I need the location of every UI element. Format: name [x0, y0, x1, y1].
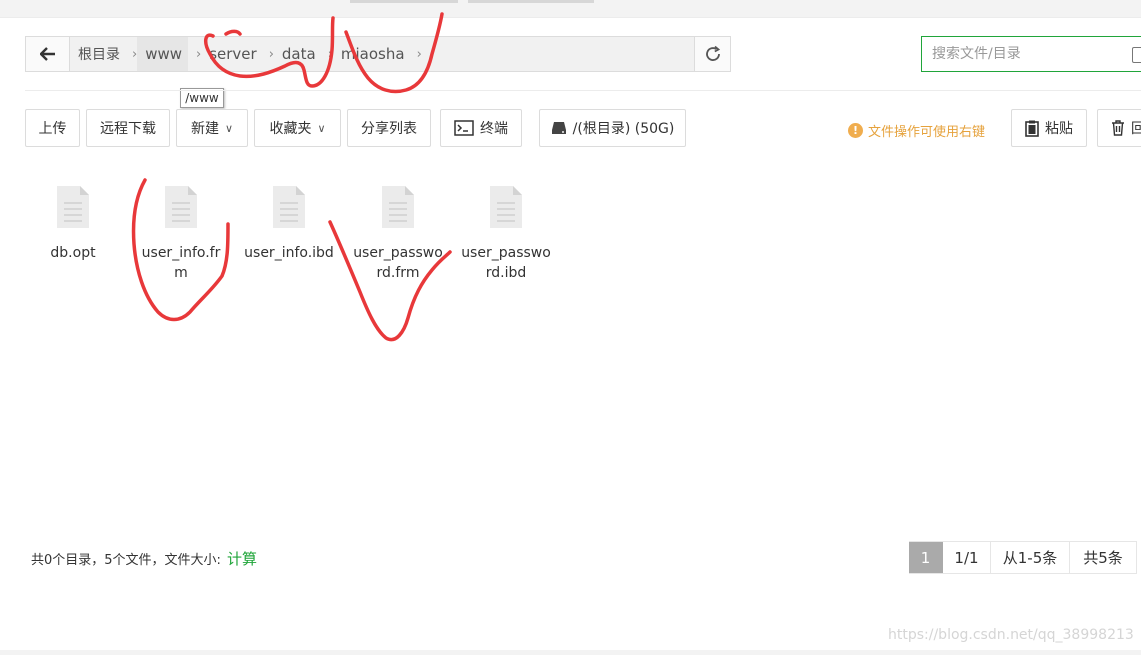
back-button[interactable] — [26, 37, 70, 71]
disk-label: /(根目录) (50G) — [572, 121, 675, 137]
favorites-dropdown-button[interactable]: 收藏夹 ∨ — [254, 109, 341, 147]
path-bar: 根目录 › www › server › data › miaosha › — [25, 36, 731, 72]
file-icon — [57, 186, 89, 228]
recycle-bin-button[interactable]: 回 — [1097, 109, 1141, 147]
upload-label: 上传 — [38, 121, 67, 137]
page-current[interactable]: 1 — [909, 542, 943, 573]
file-name: user_password.ibd — [461, 245, 551, 281]
bottom-border — [0, 650, 1141, 655]
chevron-right-icon: › — [416, 46, 422, 62]
file-item[interactable]: user_info.frm — [135, 185, 227, 283]
top-strip — [0, 0, 1141, 18]
file-item[interactable]: db.opt — [27, 185, 119, 263]
file-icon — [165, 186, 197, 228]
terminal-icon — [454, 120, 474, 136]
page-range: 从1-5条 — [991, 542, 1070, 573]
refresh-icon — [705, 45, 720, 61]
file-item[interactable]: user_password.ibd — [460, 185, 552, 283]
search-input[interactable] — [932, 46, 1132, 62]
file-icon — [490, 186, 522, 228]
hint-text: 文件操作可使用右键 — [868, 125, 986, 140]
breadcrumb-server[interactable]: › server › — [188, 37, 274, 71]
file-name: user_password.frm — [353, 245, 443, 281]
calculate-size-link[interactable]: 计算 — [227, 548, 257, 569]
pagination: 1 1/1 从1-5条 共5条 — [909, 541, 1137, 574]
chevron-right-icon: › — [196, 46, 202, 62]
favorites-label: 收藏夹 — [269, 121, 312, 137]
recycle-label: 回 — [1131, 121, 1141, 137]
paste-label: 粘贴 — [1045, 121, 1073, 137]
chevron-down-icon: ∨ — [317, 121, 326, 135]
hard-drive-icon — [551, 122, 566, 134]
divider — [25, 90, 1141, 91]
search-box — [921, 36, 1141, 72]
file-item[interactable]: user_password.frm — [352, 185, 444, 283]
share-list-label: 分享列表 — [361, 121, 417, 137]
share-list-button[interactable]: 分享列表 — [347, 109, 431, 147]
tab-fragment[interactable] — [468, 0, 594, 3]
page-indicator: 1/1 — [943, 542, 991, 573]
arrow-left-icon — [39, 47, 55, 61]
file-name: user_info.frm — [141, 245, 221, 281]
file-item[interactable]: user_info.ibd — [243, 185, 335, 263]
tab-fragment[interactable] — [350, 0, 458, 3]
terminal-label: 终端 — [480, 121, 508, 137]
directory-summary: 共0个目录，5个文件，文件大小: 计算 — [31, 548, 257, 569]
breadcrumb-root[interactable]: 根目录 › — [70, 37, 137, 71]
breadcrumb: 根目录 › www › server › data › miaosha › — [70, 37, 694, 71]
info-icon: ! — [848, 123, 863, 138]
upload-button[interactable]: 上传 — [25, 109, 80, 147]
breadcrumb-label: www — [145, 45, 183, 63]
remote-download-label: 远程下载 — [100, 121, 156, 137]
breadcrumb-label: 根目录 — [78, 47, 120, 63]
disk-button[interactable]: /(根目录) (50G) — [539, 109, 686, 147]
breadcrumb-label: miaosha — [340, 45, 405, 63]
breadcrumb-www[interactable]: www — [137, 37, 189, 71]
terminal-button[interactable]: 终端 — [440, 109, 522, 147]
refresh-button[interactable] — [694, 37, 730, 71]
trash-icon — [1112, 120, 1124, 136]
file-icon — [382, 186, 414, 228]
breadcrumb-label: data — [281, 45, 316, 63]
context-menu-hint: ! 文件操作可使用右键 — [848, 121, 985, 140]
file-icon — [273, 186, 305, 228]
new-dropdown-button[interactable]: 新建 ∨ — [176, 109, 248, 147]
path-tooltip: /www — [180, 88, 224, 108]
file-name: user_info.ibd — [244, 245, 334, 261]
summary-text: 共0个目录，5个文件，文件大小: — [31, 553, 221, 568]
watermark: https://blog.csdn.net/qq_38998213 — [888, 627, 1134, 643]
page-total: 共5条 — [1070, 542, 1137, 573]
search-option-checkbox[interactable] — [1132, 47, 1141, 63]
breadcrumb-miaosha[interactable]: miaosha › — [333, 37, 422, 71]
chevron-down-icon: ∨ — [224, 121, 234, 135]
clipboard-icon — [1025, 120, 1039, 137]
file-name: db.opt — [50, 245, 96, 261]
breadcrumb-label: server — [209, 45, 257, 63]
new-label: 新建 — [190, 121, 219, 137]
remote-download-button[interactable]: 远程下载 — [86, 109, 170, 147]
breadcrumb-data[interactable]: data › — [274, 37, 333, 71]
paste-button[interactable]: 粘贴 — [1011, 109, 1087, 147]
